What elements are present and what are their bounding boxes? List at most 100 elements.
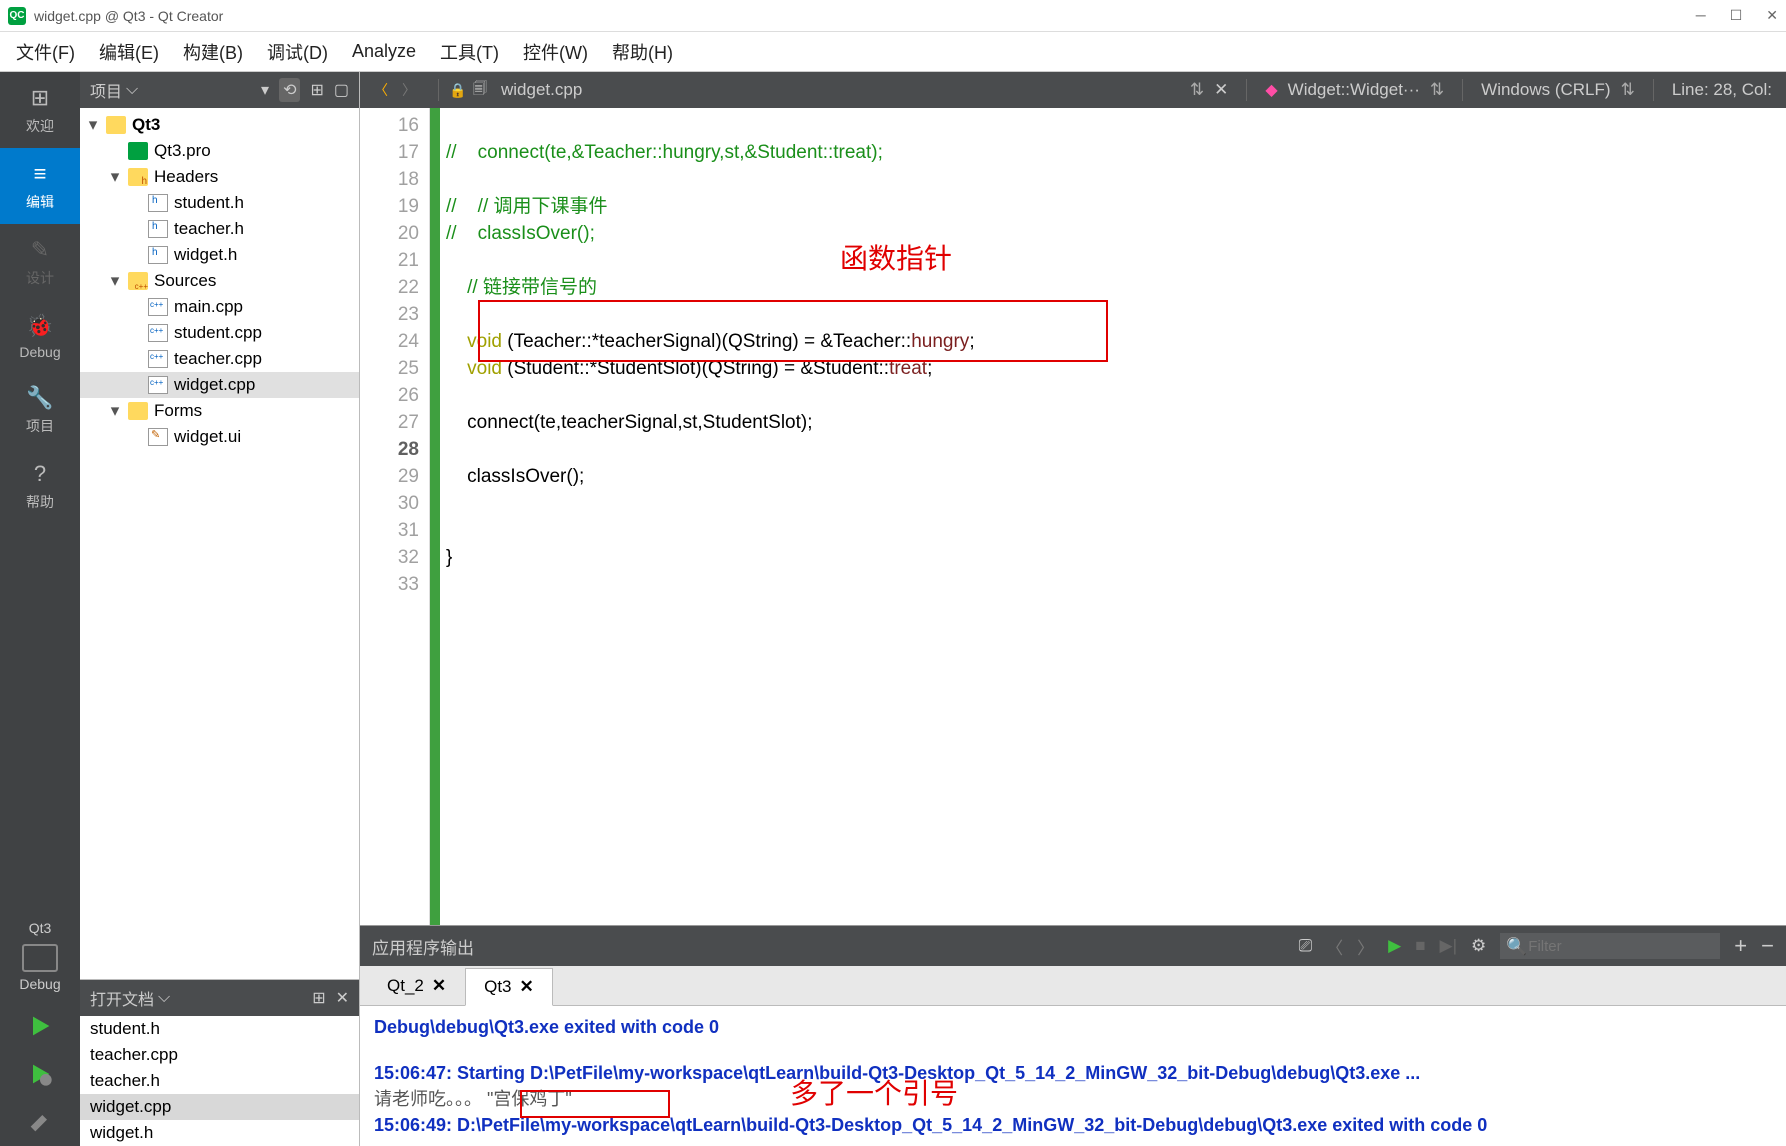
open-doc-item-current[interactable]: widget.cpp — [80, 1094, 359, 1120]
menu-debug[interactable]: 调试(D) — [257, 33, 338, 71]
tree-forms[interactable]: ▾Forms — [80, 398, 359, 424]
grid-icon: ⊞ — [26, 84, 54, 112]
run-button[interactable] — [0, 1002, 80, 1050]
tree-item[interactable]: student.cpp — [80, 320, 359, 346]
mode-debug[interactable]: 🐞 Debug — [0, 300, 80, 372]
lock-icon[interactable]: 🔒 — [447, 79, 469, 101]
nav-back-button[interactable]: 〈 — [370, 79, 392, 101]
tree-item[interactable]: teacher.cpp — [80, 346, 359, 372]
mode-design[interactable]: ✎ 设计 — [0, 224, 80, 300]
menu-analyze[interactable]: Analyze — [342, 35, 426, 68]
remove-tab-button[interactable]: − — [1761, 933, 1774, 959]
nav-fwd-button[interactable]: 〉 — [398, 79, 420, 101]
code-editor[interactable]: 161718192021222324252627282930313233 // … — [360, 108, 1786, 925]
mode-help[interactable]: ? 帮助 — [0, 448, 80, 524]
project-tree[interactable]: ▾Qt3 Qt3.pro ▾Headers student.h teacher.… — [80, 108, 359, 979]
fold-bar[interactable] — [430, 108, 440, 925]
prev-icon[interactable]: 〈 — [1326, 934, 1343, 959]
close-button[interactable]: ✕ — [1766, 7, 1778, 24]
mode-edit[interactable]: ≡ 编辑 — [0, 148, 80, 224]
diamond-icon: ◆ — [1265, 80, 1277, 100]
settings-icon[interactable]: ⚙ — [1471, 936, 1486, 956]
run-debug-button[interactable] — [0, 1050, 80, 1098]
editor-toolbar: 〈 〉 🔒 🗐 widget.cpp ⇅ ✕ ◆ Widget::Widget·… — [360, 72, 1786, 108]
encoding-label[interactable]: Windows (CRLF) — [1481, 80, 1610, 100]
line-gutter[interactable]: 161718192021222324252627282930313233 — [360, 108, 430, 925]
mode-edit-label: 编辑 — [26, 192, 54, 212]
tree-root[interactable]: ▾Qt3 — [80, 112, 359, 138]
next-icon[interactable]: 〉 — [1357, 934, 1374, 959]
close-docs-icon[interactable]: ✕ — [336, 988, 349, 1008]
code-text[interactable]: // connect(te,&Teacher::hungry,st,&Stude… — [440, 108, 975, 925]
menu-widgets[interactable]: 控件(W) — [513, 33, 598, 71]
close-icon[interactable]: ✕ — [432, 976, 446, 996]
play-bug-icon — [26, 1060, 54, 1088]
split-icon[interactable]: ⊞ — [312, 988, 325, 1008]
encoding-switch-icon[interactable]: ⇅ — [1621, 80, 1635, 100]
pro-file-icon — [128, 142, 148, 160]
folder-icon — [128, 168, 148, 186]
open-doc-item[interactable]: student.h — [80, 1016, 359, 1042]
mode-welcome[interactable]: ⊞ 欢迎 — [0, 72, 80, 148]
filter-icon[interactable]: ▾ — [261, 80, 269, 100]
menu-tools[interactable]: 工具(T) — [430, 33, 509, 71]
cpp-file-icon — [148, 324, 168, 342]
link-icon[interactable]: ⟲ — [279, 78, 300, 102]
tree-sources-label: Sources — [154, 271, 216, 291]
tree-item[interactable]: teacher.h — [80, 216, 359, 242]
project-pane-selector[interactable]: 项目 ⌵ — [90, 78, 138, 102]
clear-icon[interactable]: ⎚ — [1299, 936, 1313, 956]
tree-item[interactable]: widget.h — [80, 242, 359, 268]
step-icon[interactable]: ▶| — [1440, 936, 1458, 956]
output-body[interactable]: Debug\debug\Qt3.exe exited with code 0 1… — [360, 1006, 1786, 1146]
mode-welcome-label: 欢迎 — [26, 116, 54, 136]
docs-icon[interactable]: 🗐 — [469, 79, 491, 101]
editor-file-crumb[interactable]: widget.cpp — [501, 80, 582, 100]
open-doc-item[interactable]: teacher.cpp — [80, 1042, 359, 1068]
split-icon[interactable]: ⊞ — [310, 80, 323, 100]
minimize-button[interactable]: ─ — [1696, 7, 1706, 24]
menu-help[interactable]: 帮助(H) — [602, 33, 683, 71]
mode-bar: ⊞ 欢迎 ≡ 编辑 ✎ 设计 🐞 Debug 🔧 项目 ? 帮助 Qt3 Deb… — [0, 72, 80, 1146]
output-tab[interactable]: Qt_2✕ — [368, 967, 465, 1005]
tree-item[interactable]: student.h — [80, 190, 359, 216]
kit-config-label: Debug — [19, 976, 60, 992]
tree-sources[interactable]: ▾Sources — [80, 268, 359, 294]
menu-edit[interactable]: 编辑(E) — [89, 33, 169, 71]
editor-close-button[interactable]: ✕ — [1214, 80, 1228, 100]
window-title: widget.cpp @ Qt3 - Qt Creator — [34, 8, 223, 24]
hammer-icon — [26, 1108, 54, 1136]
open-docs-selector[interactable]: 打开文档 ⌵ — [90, 986, 170, 1010]
close-pane-icon[interactable]: ▢ — [334, 80, 349, 100]
open-doc-item[interactable]: teacher.h — [80, 1068, 359, 1094]
cursor-position[interactable]: Line: 28, Col: — [1672, 80, 1772, 100]
tree-item[interactable]: widget.ui — [80, 424, 359, 450]
open-docs-header: 打开文档 ⌵ ⊞ ✕ — [80, 980, 359, 1016]
file-switch-icon[interactable]: ⇅ — [1190, 80, 1204, 100]
tree-root-label: Qt3 — [132, 115, 160, 135]
add-tab-button[interactable]: + — [1734, 933, 1747, 959]
chevron-down-icon: ⌵ — [126, 81, 138, 99]
annotation-label-fnptr: 函数指针 — [840, 246, 952, 273]
close-icon[interactable]: ✕ — [520, 977, 534, 997]
project-pane-header: 项目 ⌵ ▾ ⟲ ⊞ ▢ — [80, 72, 359, 108]
run-icon[interactable]: ▶ — [1388, 936, 1401, 956]
h-file-icon — [148, 220, 168, 238]
tree-item-current[interactable]: widget.cpp — [80, 372, 359, 398]
tree-headers-label: Headers — [154, 167, 218, 187]
menu-build[interactable]: 构建(B) — [173, 33, 253, 71]
tree-item[interactable]: main.cpp — [80, 294, 359, 320]
tree-headers[interactable]: ▾Headers — [80, 164, 359, 190]
open-doc-item[interactable]: widget.h — [80, 1120, 359, 1146]
menu-file[interactable]: 文件(F) — [6, 33, 85, 71]
mode-projects[interactable]: 🔧 项目 — [0, 372, 80, 448]
build-button[interactable] — [0, 1098, 80, 1146]
maximize-button[interactable]: ☐ — [1730, 7, 1743, 24]
stop-icon[interactable]: ■ — [1415, 936, 1425, 956]
tree-pro-file[interactable]: Qt3.pro — [80, 138, 359, 164]
symbol-crumb[interactable]: Widget::Widget··· — [1288, 80, 1420, 100]
output-tab-active[interactable]: Qt3✕ — [465, 968, 553, 1006]
filter-input[interactable] — [1500, 933, 1720, 959]
symbol-switch-icon[interactable]: ⇅ — [1430, 80, 1444, 100]
kit-selector[interactable]: Qt3 Debug — [0, 910, 80, 1002]
